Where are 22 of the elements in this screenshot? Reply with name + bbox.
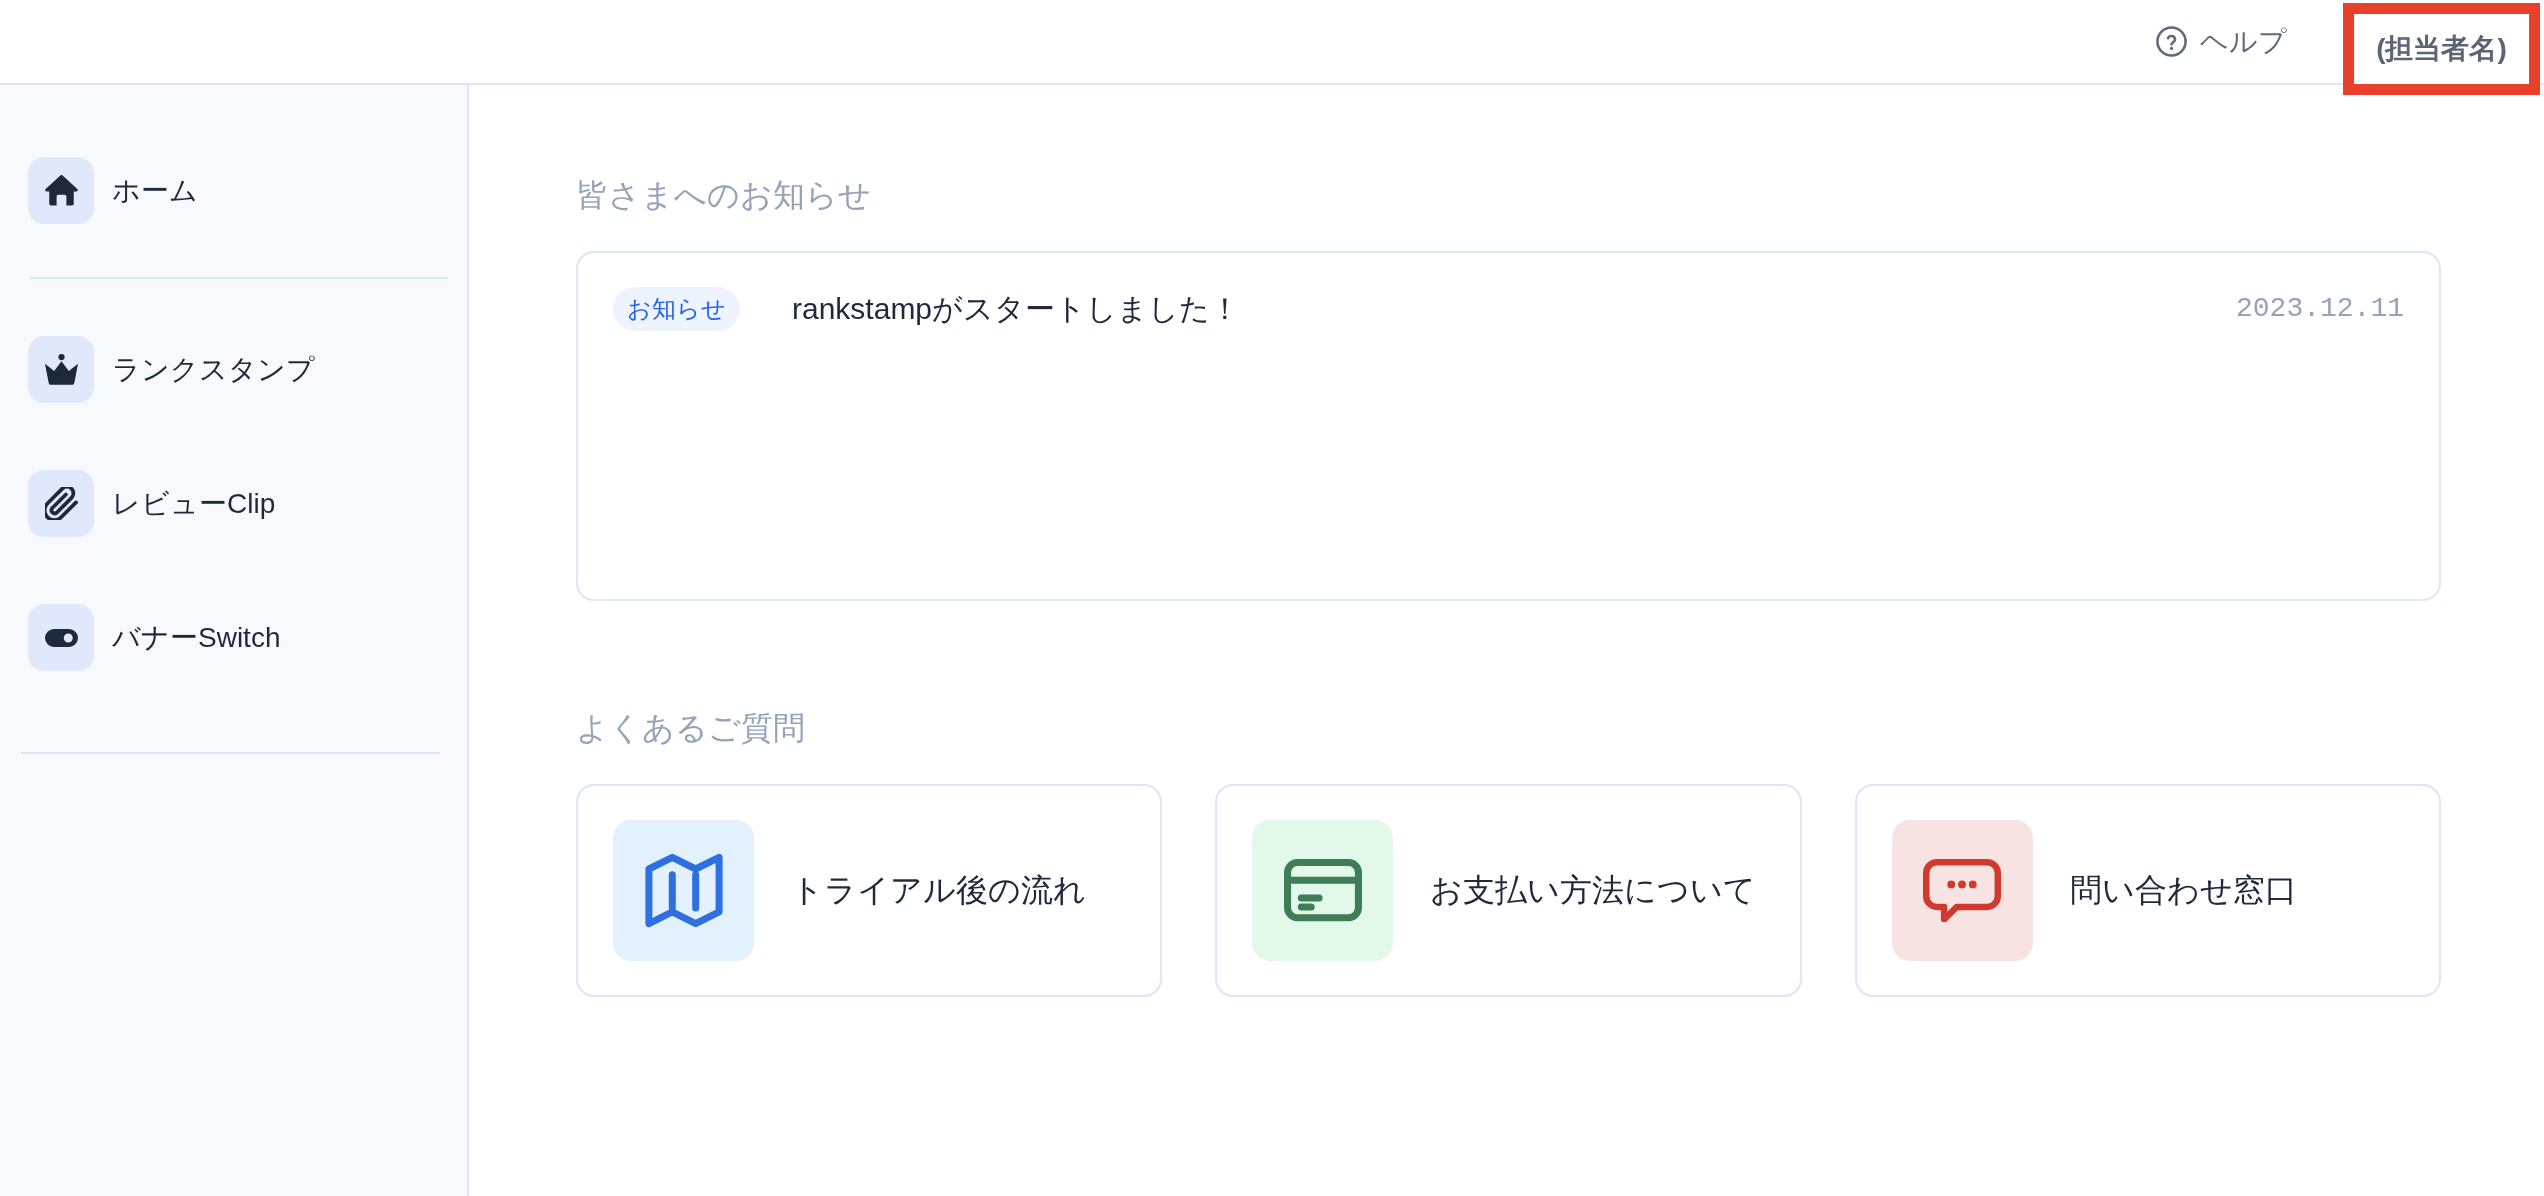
section-title: 皆さまへのお知らせ — [576, 176, 872, 215]
section-title: よくあるご質問 — [576, 709, 806, 748]
user-menu-button[interactable]: (担当者名) — [2372, 29, 2511, 69]
chat-bubble-icon — [1891, 820, 2033, 961]
notice-link[interactable]: rankstampがスタートしました！ — [792, 289, 1241, 329]
map-icon — [613, 820, 754, 961]
faq-card[interactable]: お支払い方法について — [1215, 784, 1802, 997]
help-icon — [2156, 26, 2187, 57]
credit-card-icon — [1252, 820, 1394, 961]
faq-card[interactable]: トライアル後の流れ — [576, 784, 1163, 997]
sidebar-item[interactable]: レビューClip — [28, 470, 276, 537]
category-badge: お知らせ — [613, 287, 740, 331]
sidebar-item[interactable]: ランクスタンプ — [28, 336, 315, 403]
toggle-icon — [28, 604, 94, 671]
faq-card[interactable]: 問い合わせ窓口 — [1854, 784, 2441, 997]
notice-date: 2023.12.11 — [2235, 292, 2404, 326]
paperclip-icon — [28, 470, 94, 537]
help-link[interactable]: ヘルプ — [2156, 23, 2287, 60]
sidebar-item[interactable]: ホーム — [28, 157, 198, 224]
crown-icon — [28, 336, 94, 403]
sidebar-item[interactable]: バナーSwitch — [28, 604, 281, 671]
home-icon — [28, 157, 94, 224]
